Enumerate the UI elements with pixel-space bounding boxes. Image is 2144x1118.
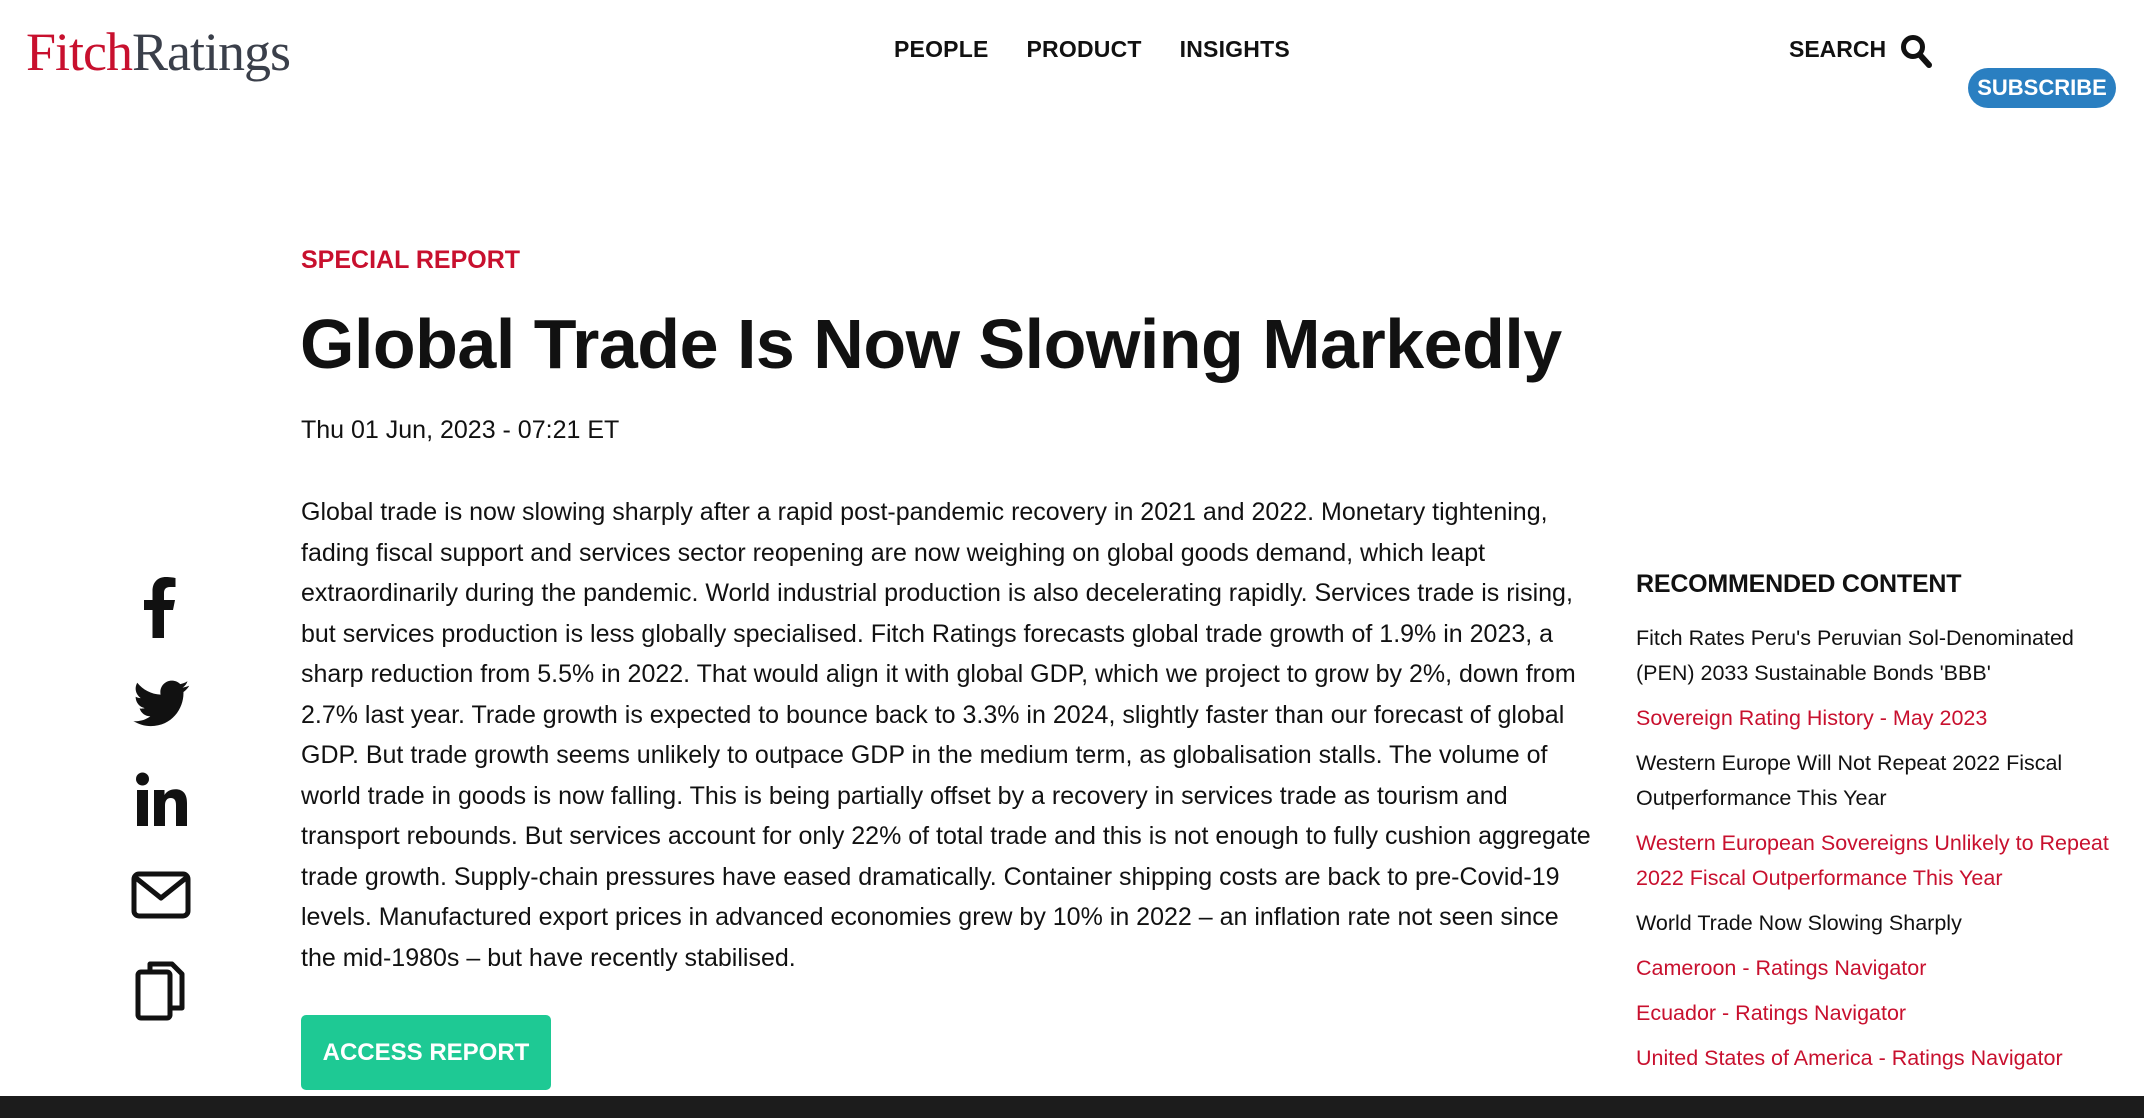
recommended-item[interactable]: Cameroon - Ratings Navigator <box>1636 951 2126 986</box>
nav-people[interactable]: PEOPLE <box>894 36 989 63</box>
search-icon[interactable] <box>1900 34 1932 68</box>
article-body: Global trade is now slowing sharply afte… <box>301 498 1591 972</box>
article-title: Global Trade Is Now Slowing Markedly <box>300 305 1562 383</box>
recommended-item[interactable]: Sovereign Rating History - May 2023 <box>1636 701 2126 736</box>
logo-fitch: Fitch <box>26 22 133 82</box>
main-nav: PEOPLE PRODUCT INSIGHTS <box>894 36 1290 63</box>
linkedin-icon[interactable] <box>130 770 190 830</box>
email-icon[interactable] <box>130 870 192 920</box>
copy-icon[interactable] <box>130 958 190 1024</box>
fitch-ratings-logo[interactable]: FitchRatings <box>26 22 291 82</box>
recommended-item[interactable]: World Trade Now Slowing Sharply <box>1636 906 2126 941</box>
twitter-icon[interactable] <box>130 675 194 731</box>
access-report-button[interactable]: ACCESS REPORT <box>301 1015 551 1090</box>
recommended-item[interactable]: Western Europe Will Not Repeat 2022 Fisc… <box>1636 746 2126 816</box>
recommended-heading: RECOMMENDED CONTENT <box>1636 570 1962 598</box>
recommended-item[interactable]: Fitch Rates Peru's Peruvian Sol-Denomina… <box>1636 621 2126 691</box>
recommended-item[interactable]: Western European Sovereigns Unlikely to … <box>1636 826 2126 896</box>
nav-insights[interactable]: INSIGHTS <box>1180 36 1290 63</box>
article-dateline: Thu 01 Jun, 2023 - 07:21 ET <box>301 416 620 444</box>
recommended-item[interactable]: United States of America - Ratings Navig… <box>1636 1041 2126 1076</box>
nav-product[interactable]: PRODUCT <box>1027 36 1142 63</box>
recommended-list: Fitch Rates Peru's Peruvian Sol-Denomina… <box>1636 621 2126 1086</box>
facebook-icon[interactable] <box>130 574 190 638</box>
search-label[interactable]: SEARCH <box>1789 36 1886 63</box>
bottom-bar <box>0 1096 2144 1118</box>
recommended-item[interactable]: Ecuador - Ratings Navigator <box>1636 996 2126 1031</box>
article-kicker: SPECIAL REPORT <box>301 246 521 274</box>
subscribe-button[interactable]: SUBSCRIBE <box>1968 68 2116 108</box>
logo-ratings: Ratings <box>132 22 291 82</box>
